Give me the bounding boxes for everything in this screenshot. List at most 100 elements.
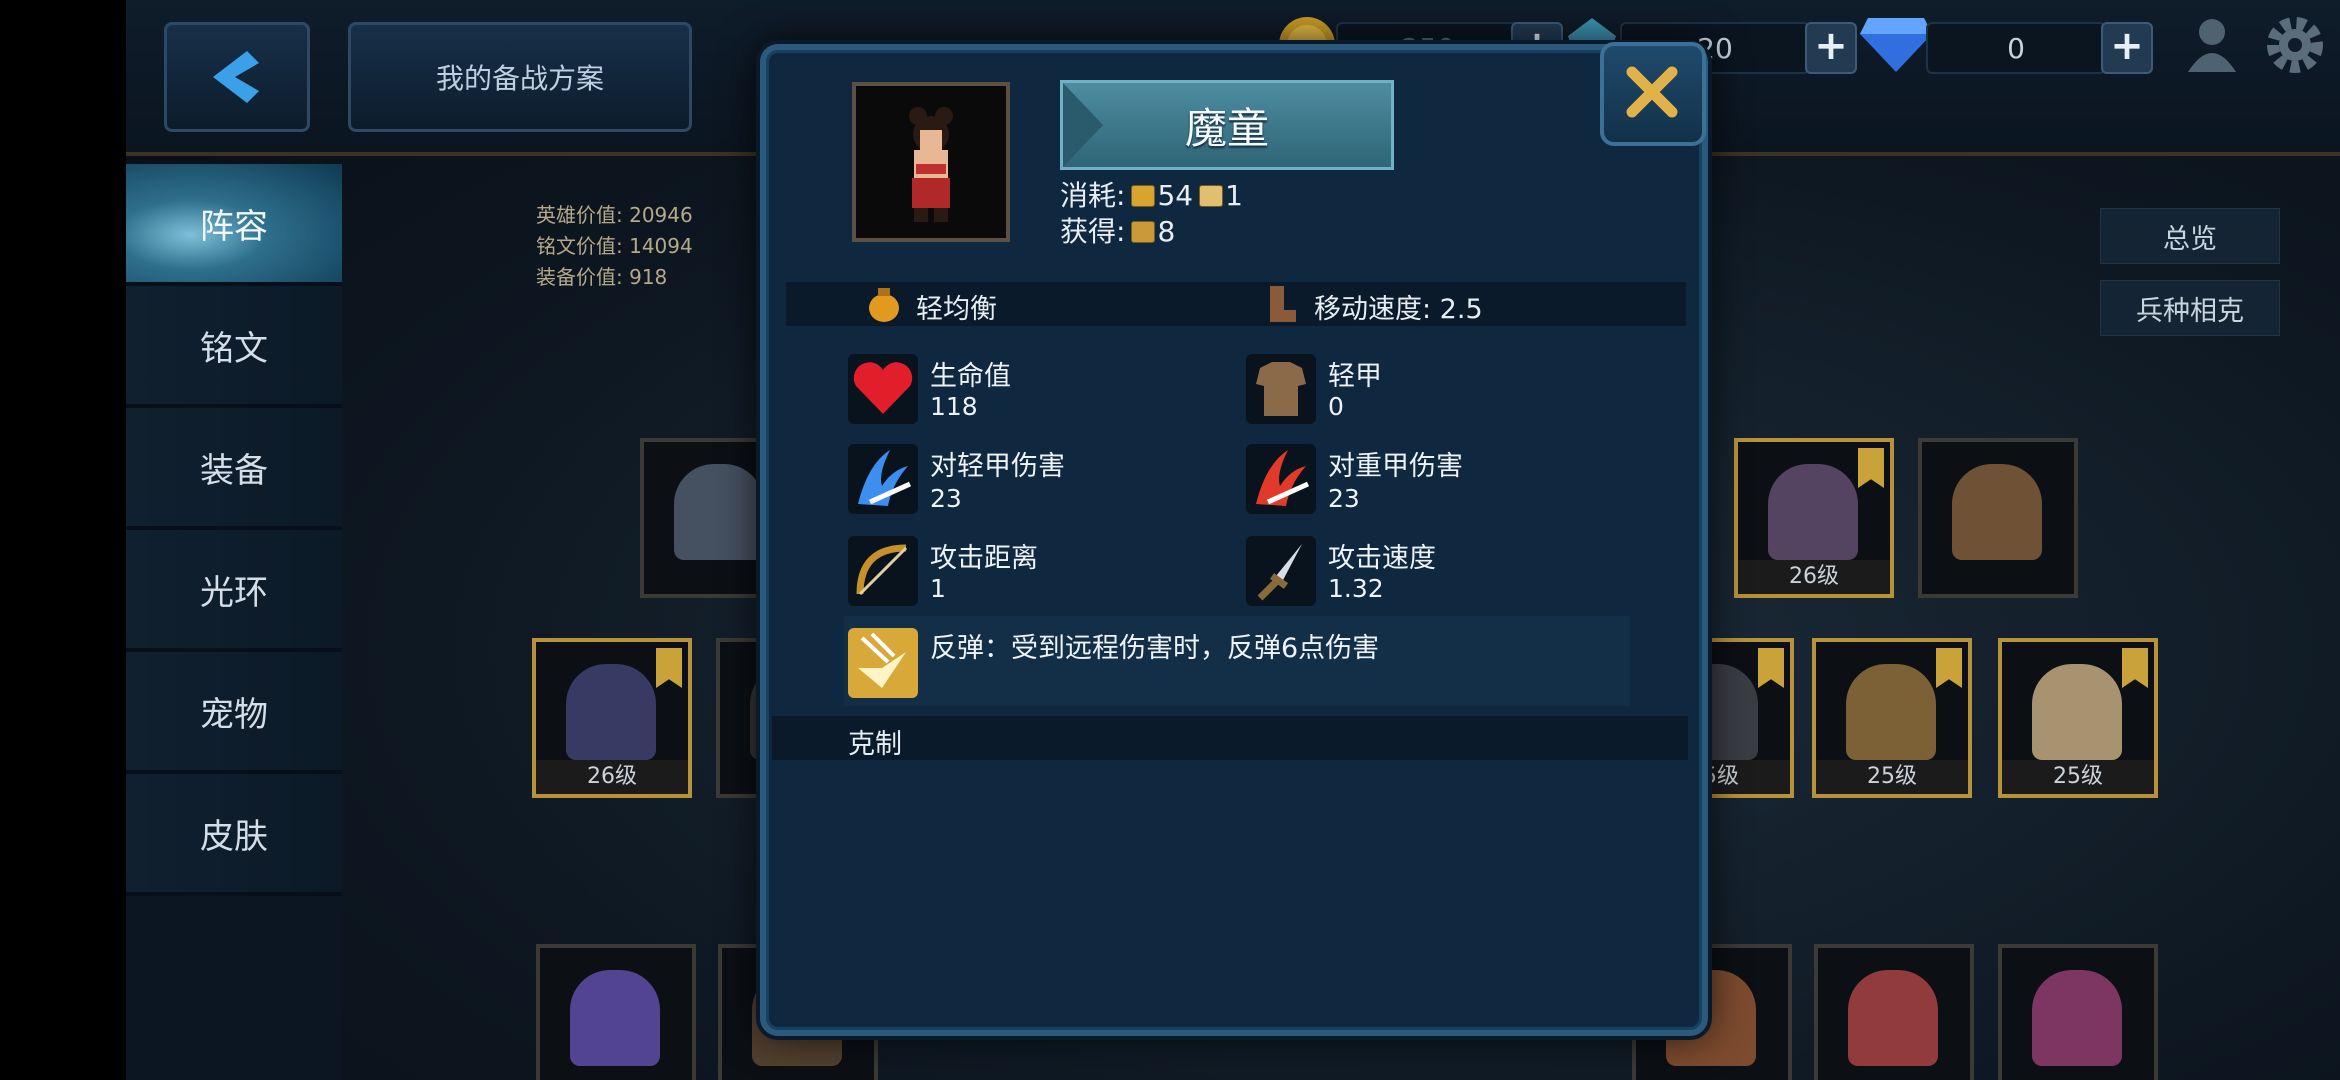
unit-figure xyxy=(570,970,660,1066)
gain-value: 8 xyxy=(1157,215,1176,248)
unit-figure xyxy=(1768,464,1858,560)
unit-slot[interactable] xyxy=(1998,944,2158,1080)
vs-heavy-label: 对重甲伤害 xyxy=(1328,451,1463,482)
counter-band xyxy=(772,716,1688,760)
sidebar-item-label: 阵容 xyxy=(200,206,268,247)
attack-speed-label: 攻击速度 xyxy=(1328,543,1436,574)
unit-level: 26级 xyxy=(1738,560,1890,594)
weight-class: 轻均衡 xyxy=(916,294,997,325)
gold-cost-icon xyxy=(1131,185,1156,207)
battle-plan-label: 我的备战方案 xyxy=(435,62,604,95)
add-diamond-button[interactable]: + xyxy=(2101,22,2153,74)
skill-description: 反弹：受到远程伤害时，反弹6点伤害 xyxy=(930,633,1380,664)
unit-name-banner: 魔童 xyxy=(1060,80,1394,170)
light-armor-icon xyxy=(1246,354,1316,424)
dagger-icon xyxy=(1246,536,1316,606)
cost-population: 1 xyxy=(1225,179,1243,212)
inscription-value: 铭文价值: 14094 xyxy=(536,234,693,258)
cost-gold: 54 xyxy=(1157,179,1194,212)
armor-value: 0 xyxy=(1328,392,1344,421)
vs-light-value: 23 xyxy=(930,484,962,513)
unit-figure xyxy=(2032,970,2122,1066)
unit-portrait-image xyxy=(909,107,953,222)
sidebar: 阵容 铭文 装备 光环 宠物 皮肤 xyxy=(126,164,342,1080)
sidebar-item-pet[interactable]: 宠物 xyxy=(126,652,342,774)
rank-flag-icon xyxy=(1758,648,1784,688)
cost-row: 消耗: 54 1 xyxy=(1060,178,1243,214)
hp-label: 生命值 xyxy=(930,361,1011,392)
damage-vs-heavy-icon xyxy=(1246,444,1316,514)
sidebar-item-inscription[interactable]: 铭文 xyxy=(126,286,342,408)
weight-bag-icon xyxy=(869,288,899,322)
cost-label: 消耗: xyxy=(1060,179,1126,212)
unit-figure xyxy=(1848,970,1938,1066)
cost-info: 消耗: 54 1 获得: 8 xyxy=(1060,178,1243,250)
add-gem-button[interactable]: + xyxy=(1805,22,1857,74)
overview-label: 总览 xyxy=(2163,223,2217,255)
unit-figure xyxy=(566,664,656,760)
rank-flag-icon xyxy=(1858,448,1884,488)
unit-slot[interactable]: 26级 xyxy=(1734,438,1894,598)
rank-flag-icon xyxy=(2122,648,2148,688)
diamond-value: 0 xyxy=(2007,31,2025,65)
unit-name: 魔童 xyxy=(1184,103,1269,153)
vs-light-label: 对轻甲伤害 xyxy=(930,451,1065,482)
range-label: 攻击距离 xyxy=(930,543,1038,574)
unit-level: 25级 xyxy=(1816,760,1968,794)
equipment-value: 装备价值: 918 xyxy=(536,265,668,289)
diamond-icon xyxy=(1860,18,1932,72)
battle-plan-button[interactable]: 我的备战方案 xyxy=(348,22,692,132)
unit-level: 25级 xyxy=(2002,760,2154,794)
population-icon xyxy=(1199,185,1224,207)
range-value: 1 xyxy=(930,574,946,603)
sidebar-item-lineup[interactable]: 阵容 xyxy=(126,164,342,286)
rank-flag-icon xyxy=(1936,648,1962,688)
unit-slot[interactable] xyxy=(1918,438,2078,598)
vs-heavy-value: 23 xyxy=(1328,484,1360,513)
gain-icon xyxy=(1131,221,1156,243)
counter-chart-label: 兵种相克 xyxy=(2136,295,2244,327)
boot-icon xyxy=(1270,286,1296,322)
bow-icon xyxy=(848,536,918,606)
diamond-counter: 0 xyxy=(1926,22,2106,74)
gain-label: 获得: xyxy=(1060,215,1126,248)
sidebar-item-skin[interactable]: 皮肤 xyxy=(126,774,342,896)
unit-figure xyxy=(1952,464,2042,560)
unit-portrait xyxy=(852,82,1010,242)
move-speed: 移动速度: 2.5 xyxy=(1314,294,1483,325)
close-button[interactable] xyxy=(1600,42,1706,146)
hp-value: 118 xyxy=(930,392,978,421)
sidebar-item-label: 光环 xyxy=(200,572,268,613)
sidebar-item-aura[interactable]: 光环 xyxy=(126,530,342,652)
sidebar-item-label: 皮肤 xyxy=(200,816,268,857)
unit-slot[interactable]: 25级 xyxy=(1998,638,2158,798)
sidebar-item-label: 宠物 xyxy=(200,694,268,735)
gain-row: 获得: 8 xyxy=(1060,214,1243,250)
unit-slot[interactable] xyxy=(1814,944,1974,1080)
back-button[interactable] xyxy=(164,22,310,132)
settings-gear-icon[interactable] xyxy=(2266,16,2324,74)
value-summary: 英雄价值: 20946 铭文价值: 14094 装备价值: 918 xyxy=(536,200,693,293)
close-icon xyxy=(1626,66,1678,118)
unit-slot[interactable]: 26级 xyxy=(532,638,692,798)
counter-chart-button[interactable]: 兵种相克 xyxy=(2100,280,2280,336)
unit-figure xyxy=(1846,664,1936,760)
sidebar-item-equipment[interactable]: 装备 xyxy=(126,408,342,530)
unit-figure xyxy=(2032,664,2122,760)
sidebar-item-label: 铭文 xyxy=(200,328,268,369)
unit-slot[interactable] xyxy=(536,944,696,1080)
heart-icon xyxy=(848,354,918,424)
attack-speed-value: 1.32 xyxy=(1328,574,1384,603)
damage-vs-light-icon xyxy=(848,444,918,514)
rank-flag-icon xyxy=(656,648,682,688)
reflect-skill-icon xyxy=(848,628,918,698)
overview-button[interactable]: 总览 xyxy=(2100,208,2280,264)
hero-value: 英雄价值: 20946 xyxy=(536,203,693,227)
unit-slot[interactable]: 25级 xyxy=(1812,638,1972,798)
unit-level: 26级 xyxy=(536,760,688,794)
back-arrow-icon xyxy=(213,51,259,103)
sidebar-item-label: 装备 xyxy=(200,450,268,491)
armor-label: 轻甲 xyxy=(1328,361,1382,392)
counter-label: 克制 xyxy=(848,729,902,760)
profile-icon[interactable] xyxy=(2186,16,2238,74)
